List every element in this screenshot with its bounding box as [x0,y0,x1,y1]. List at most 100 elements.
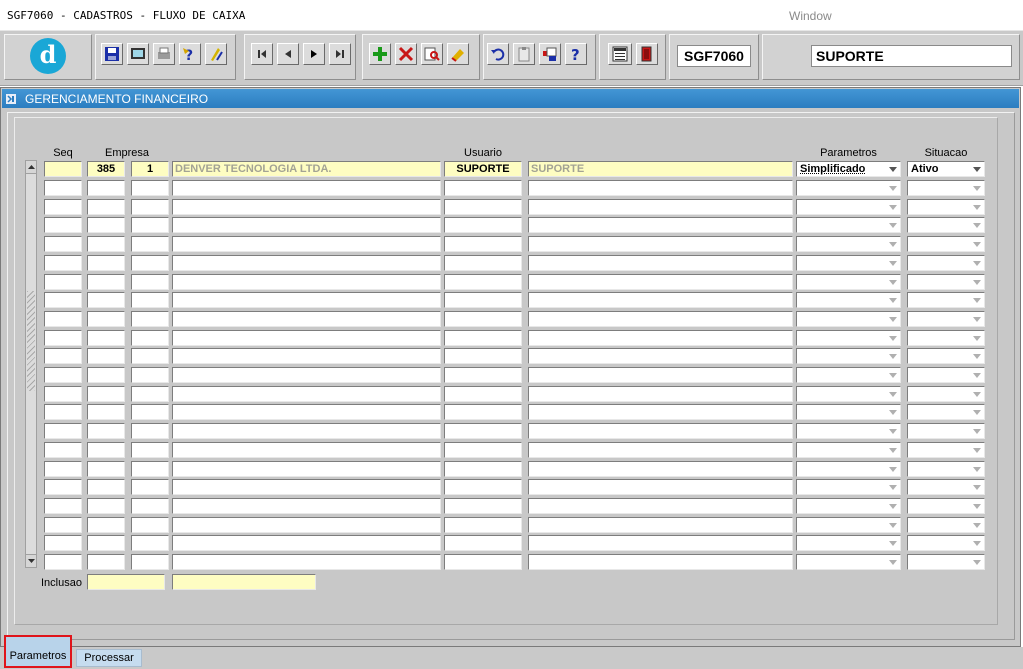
usuario-name-cell[interactable] [528,461,793,477]
first-record-icon[interactable] [251,43,273,65]
parametros-select[interactable] [796,461,901,477]
empresa-num-cell[interactable] [131,255,169,271]
usuario-cell[interactable] [444,199,522,215]
empresa-name-cell[interactable] [172,236,441,252]
parametros-select[interactable] [796,367,901,383]
empresa-num-cell[interactable] [131,330,169,346]
empresa-name-cell[interactable] [172,274,441,290]
seq-cell[interactable] [44,479,82,495]
usuario-name-cell[interactable] [528,535,793,551]
parametros-select[interactable] [796,311,901,327]
empresa-code-cell[interactable] [87,180,125,196]
usuario-cell[interactable] [444,461,522,477]
situacao-select[interactable] [907,442,985,458]
screen-icon[interactable] [127,43,149,65]
parametros-select[interactable] [796,479,901,495]
empresa-code-cell[interactable] [87,367,125,383]
usuario-name-cell[interactable] [528,498,793,514]
parametros-select[interactable] [796,535,901,551]
tab-parametros[interactable]: Parametros [4,635,72,668]
seq-cell[interactable] [44,255,82,271]
usuario-name-cell[interactable] [528,180,793,196]
chevron-down-icon[interactable] [887,238,899,250]
empresa-name-cell[interactable] [172,554,441,570]
empresa-num-cell[interactable] [131,404,169,420]
usuario-cell[interactable] [444,535,522,551]
exit-icon[interactable] [636,43,658,65]
usuario-name-cell[interactable] [528,404,793,420]
empresa-name-cell[interactable] [172,330,441,346]
usuario-name-cell[interactable] [528,236,793,252]
parametros-select[interactable]: Simplificado [796,161,901,177]
situacao-select[interactable] [907,423,985,439]
search-icon[interactable] [421,43,443,65]
usuario-cell[interactable] [444,236,522,252]
empresa-num-cell[interactable] [131,535,169,551]
empresa-code-cell[interactable] [87,554,125,570]
empresa-name-cell[interactable] [172,255,441,271]
empresa-num-cell[interactable] [131,442,169,458]
usuario-name-cell[interactable] [528,517,793,533]
chevron-down-icon[interactable] [887,406,899,418]
insert-record-icon[interactable] [369,43,391,65]
grid-scrollbar[interactable] [25,160,37,568]
empresa-code-cell[interactable] [87,498,125,514]
chevron-down-icon[interactable] [887,276,899,288]
chevron-down-icon[interactable] [971,219,983,231]
situacao-select[interactable]: Ativo [907,161,985,177]
seq-cell[interactable] [44,554,82,570]
usuario-cell[interactable]: SUPORTE [444,161,522,177]
situacao-select[interactable] [907,535,985,551]
parametros-select[interactable] [796,330,901,346]
seq-cell[interactable] [44,404,82,420]
empresa-num-cell[interactable] [131,423,169,439]
empresa-num-cell[interactable] [131,479,169,495]
situacao-select[interactable] [907,236,985,252]
empresa-name-cell[interactable] [172,292,441,308]
empresa-name-cell[interactable] [172,311,441,327]
usuario-name-cell[interactable] [528,386,793,402]
usuario-name-cell[interactable] [528,348,793,364]
empresa-code-cell[interactable]: 385 [87,161,125,177]
empresa-num-cell[interactable] [131,180,169,196]
situacao-select[interactable] [907,554,985,570]
usuario-cell[interactable] [444,442,522,458]
usuario-name-cell[interactable] [528,274,793,290]
usuario-cell[interactable] [444,330,522,346]
chevron-down-icon[interactable] [887,425,899,437]
empresa-code-cell[interactable] [87,330,125,346]
empresa-code-cell[interactable] [87,517,125,533]
chevron-down-icon[interactable] [971,350,983,362]
usuario-cell[interactable] [444,311,522,327]
chevron-down-icon[interactable] [971,463,983,475]
tab-processar[interactable]: Processar [76,649,142,667]
usuario-name-cell[interactable] [528,479,793,495]
chevron-down-icon[interactable] [887,556,899,568]
chevron-down-icon[interactable] [971,519,983,531]
empresa-num-cell[interactable] [131,517,169,533]
empresa-num-cell[interactable] [131,217,169,233]
empresa-num-cell[interactable]: 1 [131,161,169,177]
chevron-down-icon[interactable] [971,444,983,456]
seq-cell[interactable] [44,292,82,308]
seq-cell[interactable] [44,535,82,551]
situacao-select[interactable] [907,348,985,364]
empresa-code-cell[interactable] [87,274,125,290]
seq-cell[interactable] [44,330,82,346]
chevron-down-icon[interactable] [887,163,899,175]
parametros-select[interactable] [796,255,901,271]
empresa-num-cell[interactable] [131,199,169,215]
usuario-name-cell[interactable] [528,367,793,383]
inclusao-user-field[interactable] [172,574,316,590]
empresa-name-cell[interactable] [172,348,441,364]
seq-cell[interactable] [44,367,82,383]
chevron-down-icon[interactable] [971,369,983,381]
empresa-code-cell[interactable] [87,479,125,495]
chevron-down-icon[interactable] [971,537,983,549]
chevron-down-icon[interactable] [887,444,899,456]
empresa-name-cell[interactable] [172,517,441,533]
chevron-down-icon[interactable] [887,294,899,306]
seq-cell[interactable] [44,180,82,196]
empresa-num-cell[interactable] [131,236,169,252]
situacao-select[interactable] [907,498,985,514]
